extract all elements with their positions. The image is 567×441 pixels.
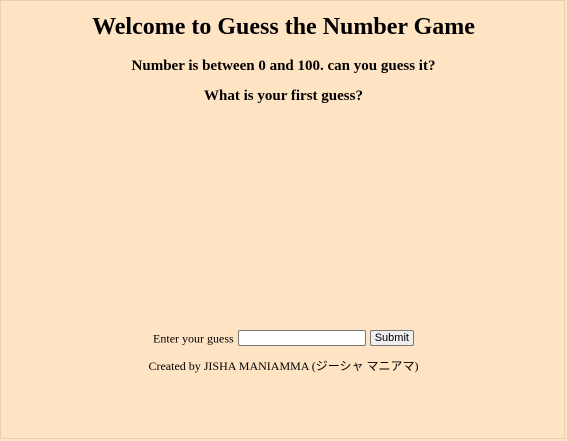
page-title: Welcome to Guess the Number Game <box>92 14 475 40</box>
guess-input[interactable] <box>237 330 366 347</box>
submit-button[interactable]: Submit <box>369 330 414 347</box>
guess-label: Enter your guess <box>153 331 234 346</box>
guess-prompt: What is your first guess? <box>204 88 363 104</box>
guess-form: Enter your guess Submit <box>0 329 567 347</box>
credit-text: Created by JISHA MANIAMMA (ジーシャ マニアマ) <box>148 359 419 373</box>
range-hint: Number is between 0 and 100. can you gue… <box>131 58 436 74</box>
